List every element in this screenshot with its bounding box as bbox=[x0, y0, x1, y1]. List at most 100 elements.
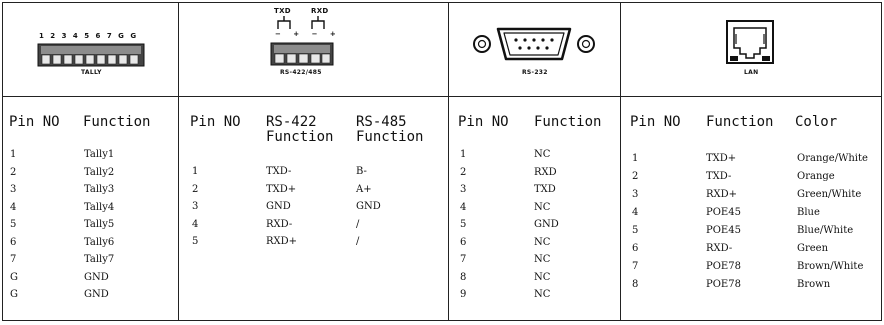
lan-function-cell: RXD+ bbox=[706, 189, 738, 200]
tally-function-cell: Tally1 bbox=[84, 149, 115, 160]
rs422-header-function: RS-422 Function bbox=[266, 114, 334, 145]
rs232-function-cell: GND bbox=[534, 219, 559, 230]
lan-function-cell: POE45 bbox=[706, 225, 741, 236]
rs232-function-cell: NC bbox=[534, 271, 551, 283]
rs232-header-pin: Pin NO bbox=[458, 114, 509, 130]
rs422-function-cell: RXD+ bbox=[266, 236, 298, 247]
lan-extra-cell: Brown/White bbox=[797, 261, 864, 272]
txd-label: TXD bbox=[274, 7, 291, 15]
rs232-section: RS-232 Pin NO Function 1 NC 2 RXD 3 TXD 4 NC 5 GN… bbox=[448, 3, 621, 320]
tally-function-cell: Tally5 bbox=[84, 219, 115, 230]
lan-extra-cell: Green bbox=[797, 243, 829, 254]
tally-function-cell: Tally4 bbox=[84, 201, 115, 213]
lan-pin-cell: 4 bbox=[632, 207, 639, 218]
polarity-labels: − + − + bbox=[275, 30, 341, 38]
terminal-block-icon bbox=[37, 43, 145, 67]
lan-header-color: Color bbox=[795, 114, 838, 130]
lan-extra-cell: Orange bbox=[797, 171, 835, 182]
rs232-pin-cell: 7 bbox=[460, 254, 467, 265]
tally-pin-cell: 6 bbox=[10, 236, 17, 248]
rs422-section: TXD RXD − + − + RS-422/485 Pin NO RS-422… bbox=[178, 3, 449, 320]
tally-pin-cell: 3 bbox=[10, 184, 17, 195]
lan-connector-header: LAN bbox=[620, 3, 881, 97]
lan-pin-cell: 8 bbox=[632, 279, 639, 290]
lan-caption: LAN bbox=[744, 69, 759, 76]
rs485-header-function: RS-485 Function bbox=[356, 114, 424, 145]
rs422-pin-cell: 1 bbox=[192, 166, 199, 177]
tally-function-cell: Tally6 bbox=[84, 236, 115, 248]
tally-pin-cell: G bbox=[10, 289, 18, 300]
tally-pin-cell: G bbox=[10, 271, 18, 283]
rs422-function-cell: RXD- bbox=[266, 218, 293, 230]
rs422-extra-cell: GND bbox=[356, 201, 381, 212]
rs232-pin-cell: 9 bbox=[460, 289, 467, 300]
rs232-pin-cell: 4 bbox=[460, 201, 467, 213]
rs232-caption: RS-232 bbox=[522, 69, 548, 76]
rs422-pin-cell: 4 bbox=[192, 218, 199, 230]
tally-table: Pin NO Function 1 Tally1 2 Tally2 3 Tally3 4 Ta… bbox=[3, 97, 178, 320]
tally-connector-header: 1 2 3 4 5 6 7 G G TALLY bbox=[3, 3, 178, 97]
lan-extra-cell: Blue/White bbox=[797, 225, 854, 236]
lan-header-function: Function bbox=[706, 114, 774, 130]
lan-pin-cell: 1 bbox=[632, 153, 639, 164]
db9-connector-icon bbox=[473, 27, 595, 61]
rs422-function-cell: GND bbox=[266, 201, 291, 212]
rs232-table: Pin NO Function 1 NC 2 RXD 3 TXD 4 NC 5 GND 6 NC 7 NC… bbox=[448, 97, 620, 320]
tally-pin-cell: 2 bbox=[10, 166, 17, 178]
rs422-caption: RS-422/485 bbox=[280, 69, 322, 76]
tally-function-cell: Tally7 bbox=[84, 254, 115, 265]
tally-header-function: Function bbox=[83, 114, 151, 130]
lan-extra-cell: Orange/White bbox=[797, 153, 868, 164]
rs232-pin-cell: 6 bbox=[460, 236, 467, 248]
lan-function-cell: POE45 bbox=[706, 207, 741, 218]
rs232-connector-header: RS-232 bbox=[448, 3, 620, 97]
tally-function-cell: Tally3 bbox=[84, 184, 115, 195]
pinout-table: 1 2 3 4 5 6 7 G G TALLY Pin NO Function … bbox=[2, 2, 882, 321]
rs422-extra-cell: B- bbox=[356, 166, 367, 177]
lan-table: Pin NO Function Color 1 TXD+ Orange/White 2… bbox=[620, 97, 881, 320]
lan-function-cell: TXD+ bbox=[706, 153, 737, 164]
rs422-table: Pin NO RS-422 Function RS-485 Function 1… bbox=[178, 97, 448, 320]
rs232-header-function: Function bbox=[534, 114, 602, 130]
signal-bracket-icon bbox=[277, 16, 325, 29]
rs232-function-cell: NC bbox=[534, 289, 551, 300]
rs232-pin-cell: 8 bbox=[460, 271, 467, 283]
lan-pin-cell: 6 bbox=[632, 243, 639, 254]
tally-section: 1 2 3 4 5 6 7 G G TALLY Pin NO Function … bbox=[3, 3, 179, 320]
lan-function-cell: TXD- bbox=[706, 171, 732, 182]
rs422-pin-cell: 5 bbox=[192, 236, 199, 247]
rs422-function-cell: TXD- bbox=[266, 166, 292, 177]
lan-function-cell: POE78 bbox=[706, 261, 741, 272]
tally-function-cell: GND bbox=[84, 289, 109, 300]
lan-extra-cell: Brown bbox=[797, 279, 831, 290]
tally-pin-cell: 5 bbox=[10, 219, 17, 230]
rs232-function-cell: NC bbox=[534, 236, 551, 248]
rs232-function-cell: NC bbox=[534, 254, 551, 265]
rs232-function-cell: TXD bbox=[534, 184, 556, 195]
lan-pin-cell: 2 bbox=[632, 171, 639, 182]
tally-pin-cell: 4 bbox=[10, 201, 17, 213]
lan-pin-cell: 5 bbox=[632, 225, 639, 236]
rs232-function-cell: RXD bbox=[534, 166, 557, 178]
rj45-port-icon bbox=[726, 20, 774, 64]
rs422-extra-cell: / bbox=[356, 218, 360, 230]
lan-extra-cell: Green/White bbox=[797, 189, 862, 200]
lan-function-cell: POE78 bbox=[706, 279, 741, 290]
rs422-function-cell: TXD+ bbox=[266, 183, 297, 195]
rs232-pin-cell: 2 bbox=[460, 166, 467, 178]
tally-caption: TALLY bbox=[81, 69, 102, 76]
lan-function-cell: RXD- bbox=[706, 243, 733, 254]
rxd-label: RXD bbox=[311, 7, 329, 15]
lan-pin-cell: 3 bbox=[632, 189, 639, 200]
rs422-terminal-icon bbox=[270, 42, 334, 66]
tally-header-pin: Pin NO bbox=[9, 114, 60, 130]
tally-pin-cell: 7 bbox=[10, 254, 17, 265]
rs422-pin-cell: 2 bbox=[192, 183, 199, 195]
rs422-pin-cell: 3 bbox=[192, 201, 199, 212]
lan-header-pin: Pin NO bbox=[630, 114, 681, 130]
rs422-header-pin: Pin NO bbox=[190, 114, 241, 130]
tally-function-cell: Tally2 bbox=[84, 166, 115, 178]
tally-function-cell: GND bbox=[84, 271, 109, 283]
lan-extra-cell: Blue bbox=[797, 207, 820, 218]
rs232-pin-cell: 5 bbox=[460, 219, 467, 230]
